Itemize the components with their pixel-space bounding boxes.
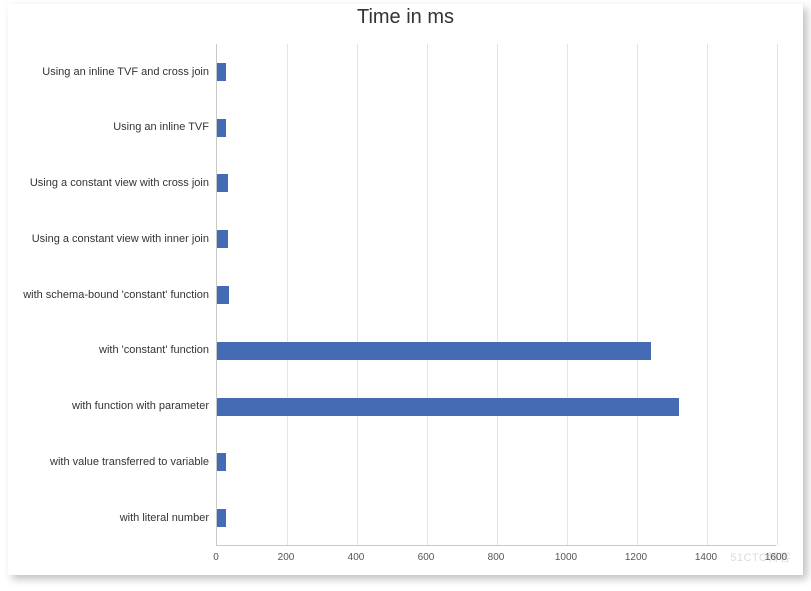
category-label: with literal number [17, 512, 217, 525]
bar-row: Using a constant view with cross join [217, 156, 776, 212]
x-tick-label: 1200 [621, 552, 651, 563]
category-label: with schema-bound 'constant' function [17, 289, 217, 302]
bar-row: with 'constant' function [217, 323, 776, 379]
gridline [777, 44, 778, 545]
bar-row: with literal number [217, 490, 776, 546]
category-label: Using a constant view with inner join [17, 233, 217, 246]
bar [217, 230, 228, 248]
x-tick-label: 600 [411, 552, 441, 563]
bar-row: Using a constant view with inner join [217, 211, 776, 267]
bar-row: with value transferred to variable [217, 434, 776, 490]
bar-row: with schema-bound 'constant' function [217, 267, 776, 323]
x-tick-label: 200 [271, 552, 301, 563]
x-tick-label: 1400 [691, 552, 721, 563]
bar-row: with function with parameter [217, 379, 776, 435]
bar [217, 174, 228, 192]
x-tick-label: 400 [341, 552, 371, 563]
chart-title: Time in ms [8, 6, 803, 29]
x-tick-label: 800 [481, 552, 511, 563]
category-label: with value transferred to variable [17, 456, 217, 469]
chart-container: Time in ms Using an inline TVF and cross… [8, 4, 803, 575]
plot-area: Using an inline TVF and cross joinUsing … [216, 44, 776, 546]
category-label: Using an inline TVF [17, 121, 217, 134]
bar-row: Using an inline TVF [217, 100, 776, 156]
bar-row: Using an inline TVF and cross join [217, 44, 776, 100]
bar [217, 342, 651, 360]
category-label: Using a constant view with cross join [17, 177, 217, 190]
bar [217, 453, 226, 471]
bar [217, 509, 226, 527]
category-label: with 'constant' function [17, 344, 217, 357]
x-tick-label: 1600 [761, 552, 791, 563]
category-label: with function with parameter [17, 400, 217, 413]
bar [217, 119, 226, 137]
x-tick-label: 0 [201, 552, 231, 563]
x-tick-label: 1000 [551, 552, 581, 563]
bar [217, 63, 226, 81]
bar [217, 286, 229, 304]
category-label: Using an inline TVF and cross join [17, 66, 217, 79]
bar [217, 398, 679, 416]
